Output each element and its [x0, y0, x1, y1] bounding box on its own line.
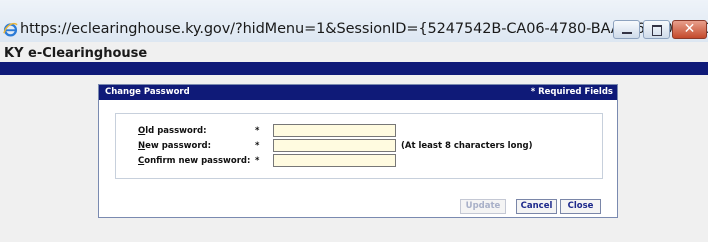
ie-icon [3, 22, 18, 37]
old-password-label: Old password: [138, 126, 207, 136]
required-marker: * [255, 141, 260, 151]
address-url[interactable]: https://eclearinghouse.ky.gov/?hidMenu=1… [20, 21, 708, 37]
close-window-button[interactable]: ✕ [672, 20, 707, 39]
maximize-icon [652, 25, 662, 36]
close-icon: ✕ [683, 21, 696, 37]
nav-bar [0, 62, 708, 75]
password-form: Old password: * New password: * (At leas… [115, 113, 603, 179]
new-password-label: New password: [138, 141, 212, 151]
required-marker: * [255, 156, 260, 166]
change-password-dialog: Change Password * Required Fields Old pa… [98, 84, 618, 218]
app-title: KY e-Clearinghouse [4, 46, 148, 61]
minimize-icon [622, 32, 632, 34]
cancel-button[interactable]: Cancel [516, 199, 557, 214]
required-marker: * [255, 126, 260, 136]
browser-title-bar: https://eclearinghouse.ky.gov/?hidMenu=1… [0, 0, 708, 42]
password-length-hint: (At least 8 characters long) [401, 141, 533, 151]
dialog-title: Change Password [105, 87, 190, 97]
new-password-input[interactable] [273, 139, 396, 152]
maximize-button[interactable] [643, 20, 670, 39]
page-body: KY e-Clearinghouse Change Password * Req… [0, 42, 708, 242]
confirm-password-input[interactable] [273, 154, 396, 167]
minimize-button[interactable] [613, 20, 640, 39]
dialog-header: Change Password * Required Fields [99, 85, 617, 100]
confirm-password-label: Confirm new password: [138, 156, 251, 166]
old-password-input[interactable] [273, 124, 396, 137]
close-button[interactable]: Close [560, 199, 601, 214]
update-button[interactable]: Update [460, 199, 506, 214]
required-fields-note: * Required Fields [530, 87, 613, 97]
